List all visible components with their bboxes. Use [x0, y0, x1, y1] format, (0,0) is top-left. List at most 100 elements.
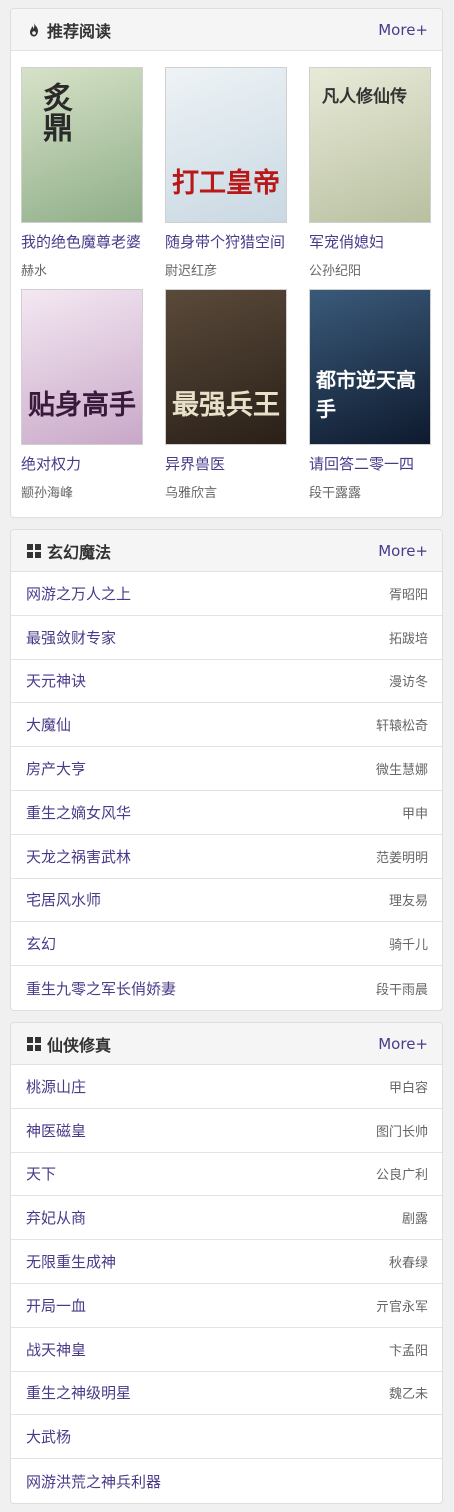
xuanhuan-more-link[interactable]: More+: [378, 542, 428, 560]
book-author: 段干露露: [309, 486, 362, 501]
list-item-author: 段干雨晨: [375, 982, 428, 998]
list-item-title[interactable]: 房产大亨: [26, 758, 86, 779]
list-item[interactable]: 房产大亨 微生慧娜: [11, 747, 442, 791]
book-title[interactable]: 请回答二零一四: [309, 453, 434, 474]
recommend-header: 推荐阅读 More+: [11, 9, 442, 51]
list-item-title[interactable]: 天龙之祸害武林: [26, 846, 131, 867]
list-item[interactable]: 神医磁皇 图门长帅: [11, 1109, 442, 1153]
book-cover-title: 炙鼎: [37, 82, 72, 142]
list-item-title[interactable]: 大武杨: [26, 1426, 71, 1447]
xianxia-header: 仙侠修真 More+: [11, 1023, 442, 1065]
list-item[interactable]: 大武杨: [11, 1415, 442, 1460]
book-cover[interactable]: 都市逆天高手: [309, 289, 431, 445]
list-item[interactable]: 重生之嫡女风华 甲申: [11, 791, 442, 835]
list-item-title[interactable]: 重生之嫡女风华: [26, 802, 131, 823]
list-item[interactable]: 天龙之祸害武林 范姜明明: [11, 835, 442, 879]
list-item-author: 理友易: [388, 894, 428, 910]
list-item-title[interactable]: 开局一血: [26, 1295, 86, 1316]
list-item-author: 卞孟阳: [388, 1343, 428, 1359]
list-item[interactable]: 无限重生成神 秋春绿: [11, 1240, 442, 1284]
book-card[interactable]: 凡人修仙传军宠俏媳妇公孙纪阳: [309, 67, 439, 279]
list-item-title[interactable]: 重生之神级明星: [26, 1382, 131, 1403]
recommend-panel: 推荐阅读 More+ 炙鼎 我的绝色魔尊老婆 赫水 打工皇帝 随身带个狩猎空间 尉迟红彦凡…: [10, 8, 443, 518]
list-item-author: 拓跋培: [388, 631, 428, 647]
list-item-title[interactable]: 桃源山庄: [26, 1076, 86, 1097]
list-item-author: 公良广利: [375, 1168, 428, 1184]
list-item-author: 秋春绿: [388, 1256, 428, 1272]
list-item[interactable]: 桃源山庄 甲白容: [11, 1065, 442, 1109]
book-cover-title: 都市逆天高手: [316, 368, 416, 421]
book-title[interactable]: 异界兽医: [165, 453, 290, 474]
list-item[interactable]: 网游之万人之上 胥昭阳: [11, 572, 442, 616]
list-item-title[interactable]: 重生九零之军长俏娇妻: [26, 978, 176, 999]
book-author: 尉迟红彦: [165, 264, 218, 279]
list-item-title[interactable]: 网游之万人之上: [26, 583, 131, 604]
book-cover[interactable]: 贴身高手: [21, 289, 143, 445]
list-item-author: 范姜明明: [375, 850, 428, 866]
book-title[interactable]: 随身带个狩猎空间: [165, 231, 290, 252]
list-item-title[interactable]: 战天神皇: [26, 1339, 86, 1360]
book-title[interactable]: 我的绝色魔尊老婆: [21, 231, 146, 252]
recommend-more-link[interactable]: More+: [378, 21, 428, 39]
list-item-title[interactable]: 天元神诀: [26, 670, 86, 691]
list-item-author: 图门长帅: [375, 1124, 428, 1140]
list-item[interactable]: 大魔仙 轩辕松奇: [11, 703, 442, 748]
book-author: 颛孙海峰: [21, 486, 74, 501]
list-item-author: 剧露: [401, 1212, 428, 1228]
list-item-author: 微生慧娜: [375, 763, 428, 779]
book-card[interactable]: 都市逆天高手请回答二零一四段干露露: [309, 289, 439, 501]
list-item-author: 亓官永军: [375, 1299, 428, 1315]
list-item[interactable]: 天元神诀 漫访冬: [11, 660, 442, 704]
list-item-author: 轩辕松奇: [375, 719, 428, 735]
xuanhuan-title: 玄幻魔法: [47, 542, 112, 562]
list-item[interactable]: 天下 公良广利: [11, 1153, 442, 1197]
list-item[interactable]: 重生九零之军长俏娇妻 段干雨晨: [11, 966, 442, 1010]
xuanhuan-panel: 玄幻魔法 More+ 网游之万人之上 胥昭阳最强敛财专家 拓跋培天元神诀 漫访冬大魔仙…: [10, 529, 443, 1011]
book-author: 公孙纪阳: [309, 264, 362, 279]
xianxia-more-link[interactable]: More+: [378, 1035, 428, 1053]
list-item[interactable]: 宅居风水师 理友易: [11, 879, 442, 923]
book-cover[interactable]: 最强兵王: [165, 289, 287, 445]
list-item-title[interactable]: 最强敛财专家: [26, 627, 116, 648]
list-item-title[interactable]: 网游洪荒之神兵利器: [26, 1471, 161, 1492]
book-title[interactable]: 军宠俏媳妇: [309, 231, 434, 252]
book-cover[interactable]: 打工皇帝: [165, 67, 287, 223]
list-item[interactable]: 玄幻 骑千儿: [11, 922, 442, 967]
list-item[interactable]: 开局一血 亓官永军: [11, 1284, 442, 1328]
book-card[interactable]: 最强兵王异界兽医乌雅欣言: [165, 289, 295, 501]
book-title[interactable]: 绝对权力: [21, 453, 146, 474]
book-author: 乌雅欣言: [165, 486, 218, 501]
list-item[interactable]: 网游洪荒之神兵利器: [11, 1459, 442, 1503]
book-author: 赫水: [21, 264, 48, 279]
list-item-author: 漫访冬: [388, 675, 428, 691]
book-cover-title: 打工皇帝: [172, 168, 280, 199]
recommend-title: 推荐阅读: [47, 21, 112, 41]
list-item[interactable]: 弃妃从商 剧露: [11, 1196, 442, 1241]
list-item-title[interactable]: 神医磁皇: [26, 1120, 86, 1141]
list-item-title[interactable]: 玄幻: [26, 933, 56, 954]
list-item-title[interactable]: 弃妃从商: [26, 1207, 86, 1228]
book-cover[interactable]: 炙鼎: [21, 67, 143, 223]
list-item[interactable]: 战天神皇 卞孟阳: [11, 1328, 442, 1372]
grid-icon: [27, 1036, 41, 1051]
xuanhuan-header: 玄幻魔法 More+: [11, 530, 442, 572]
list-item[interactable]: 最强敛财专家 拓跋培: [11, 616, 442, 660]
list-item-title[interactable]: 宅居风水师: [26, 889, 101, 910]
book-card[interactable]: 炙鼎我的绝色魔尊老婆赫水: [21, 67, 151, 279]
book-cover[interactable]: 凡人修仙传: [309, 67, 431, 223]
book-cover-title: 最强兵王: [172, 390, 280, 421]
list-item-title[interactable]: 天下: [26, 1163, 56, 1184]
xianxia-title: 仙侠修真: [47, 1035, 112, 1055]
list-item-author: 魏乙未: [388, 1387, 428, 1403]
book-card[interactable]: 打工皇帝随身带个狩猎空间尉迟红彦: [165, 67, 295, 279]
xuanhuan-list: 网游之万人之上 胥昭阳最强敛财专家 拓跋培天元神诀 漫访冬大魔仙 轩辕松奇房产大亨 微生慧…: [11, 572, 442, 1010]
fire-icon: [30, 22, 38, 36]
book-cover-title: 贴身高手: [28, 390, 136, 421]
list-item-title[interactable]: 无限重生成神: [26, 1251, 116, 1272]
xianxia-list: 桃源山庄 甲白容神医磁皇 图门长帅天下 公良广利弃妃从商 剧露无限重生成神 秋春绿开局一血…: [11, 1065, 442, 1503]
grid-icon: [27, 543, 41, 558]
book-card[interactable]: 贴身高手绝对权力颛孙海峰: [21, 289, 151, 501]
list-item[interactable]: 重生之神级明星 魏乙未: [11, 1372, 442, 1416]
list-item-title[interactable]: 大魔仙: [26, 714, 71, 735]
list-item-author: 胥昭阳: [388, 587, 428, 603]
